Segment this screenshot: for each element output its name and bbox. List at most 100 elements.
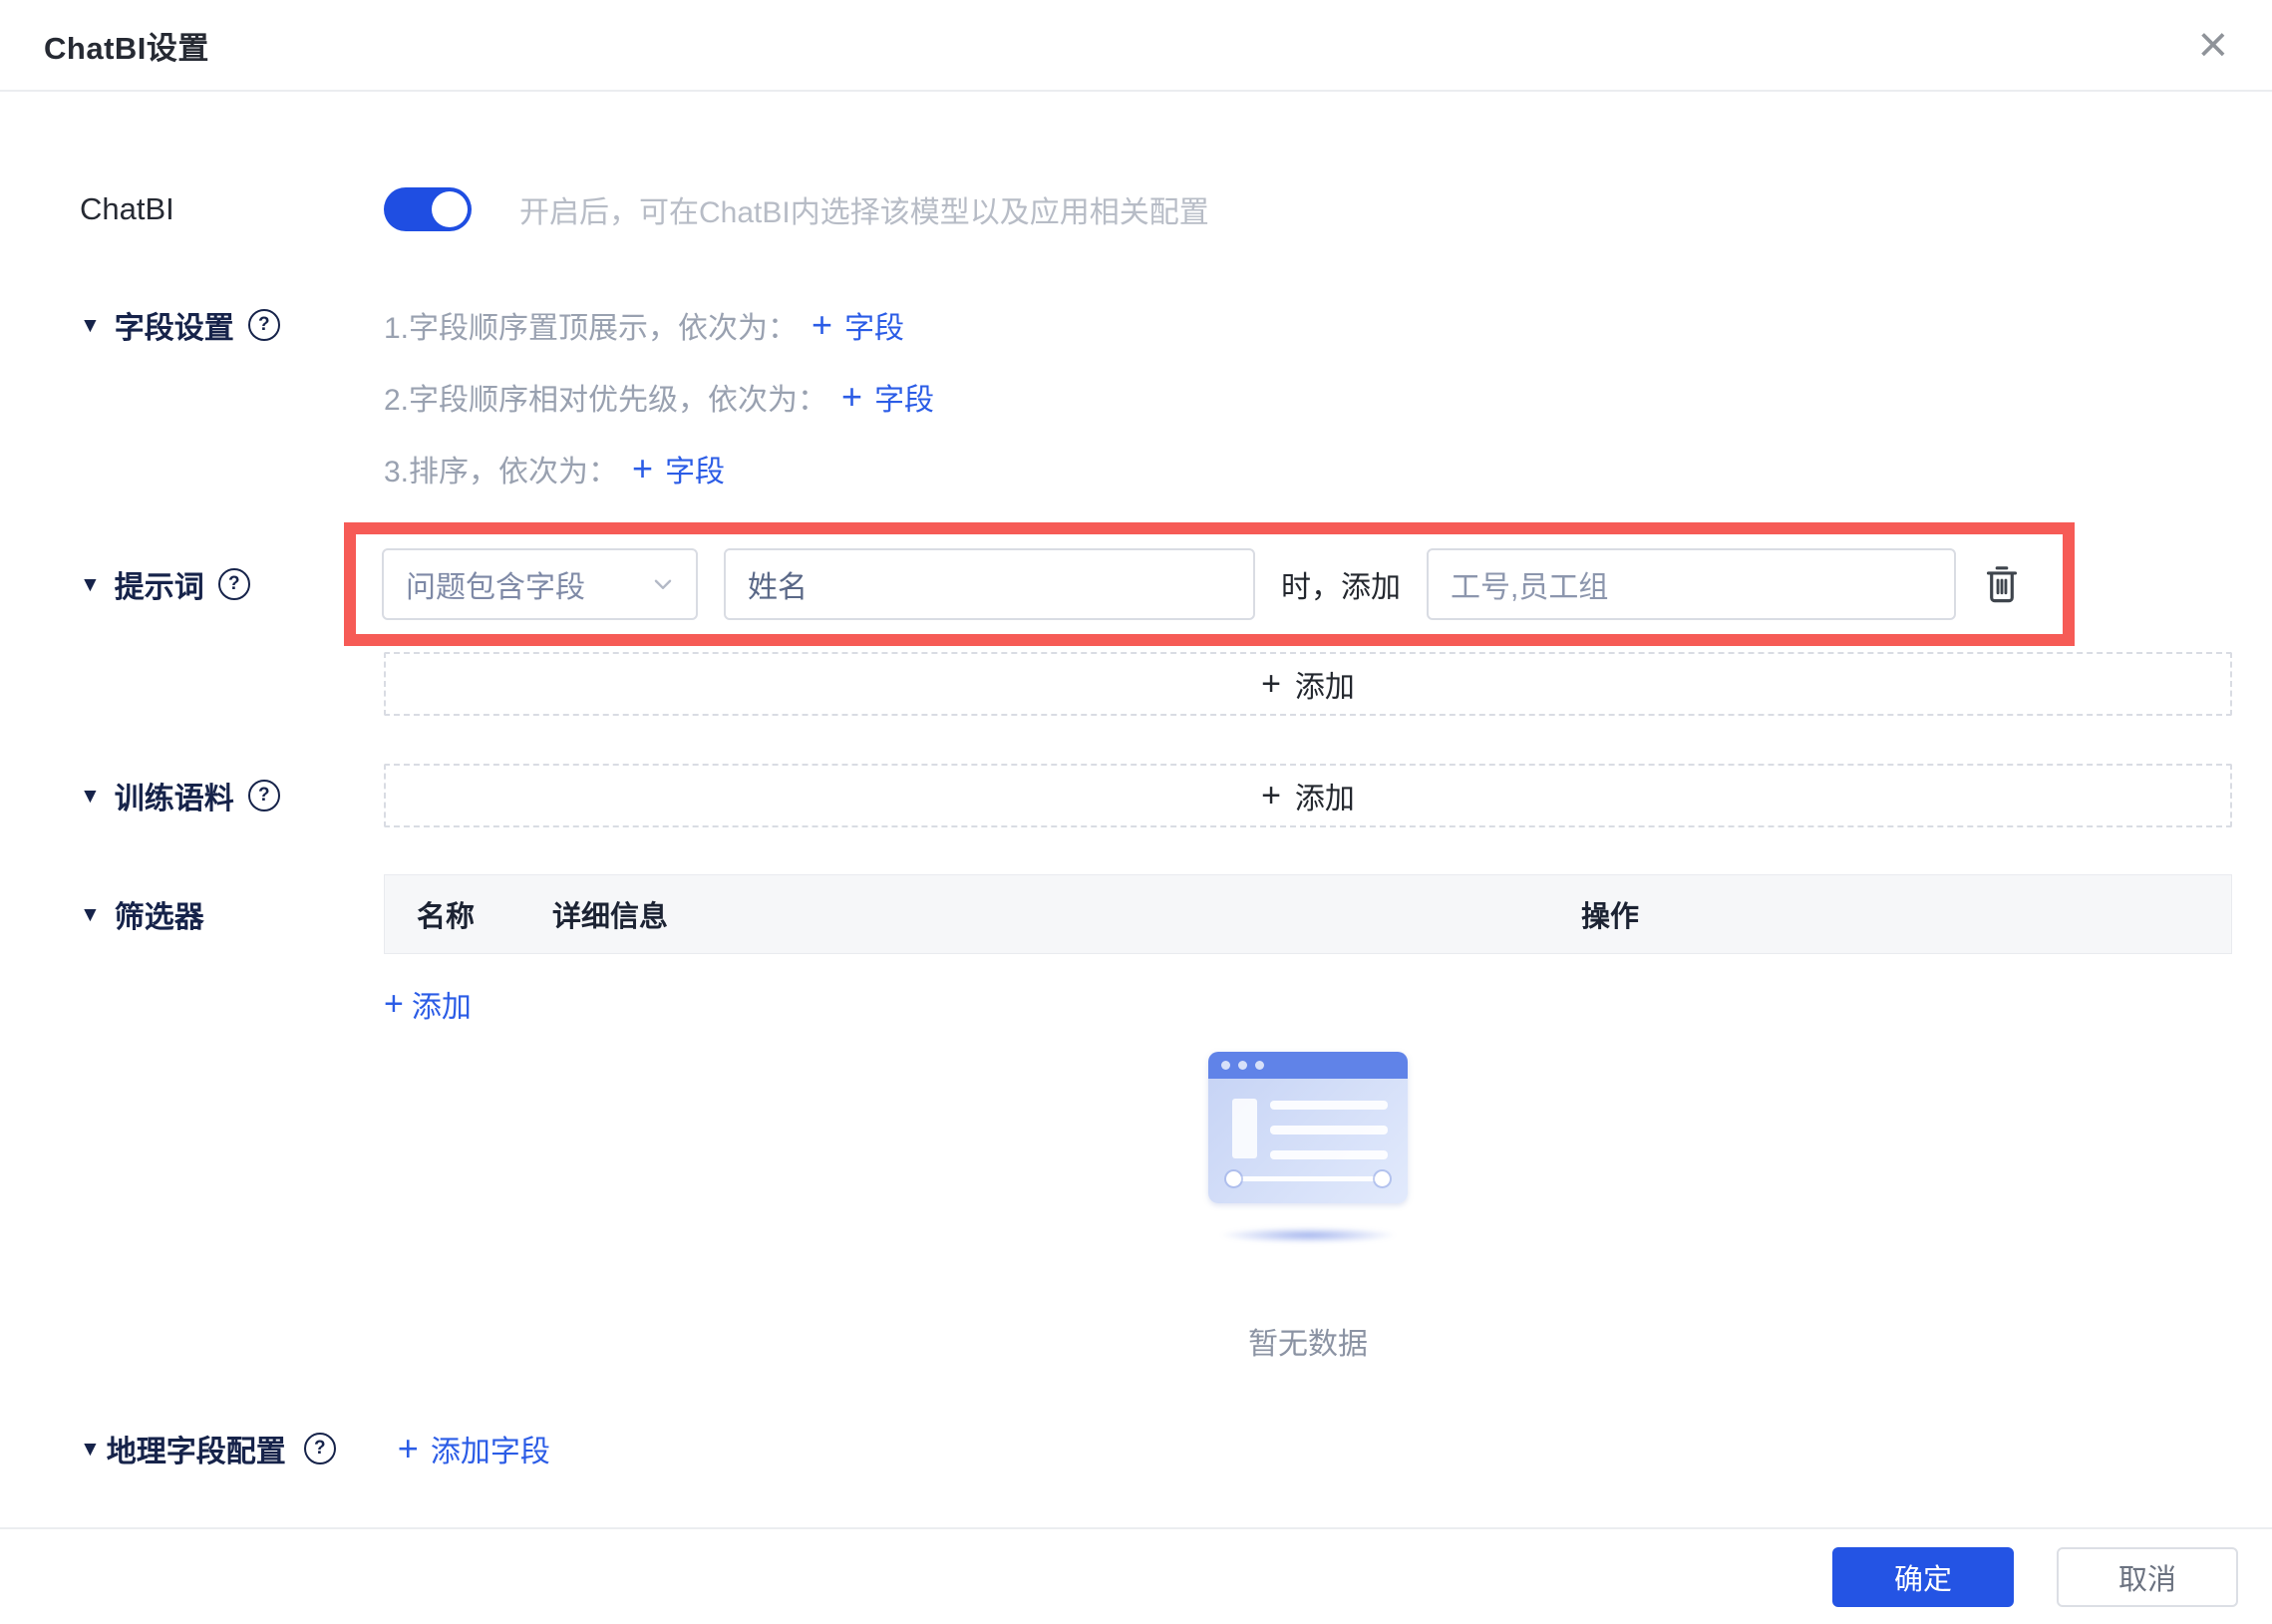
illustration-block bbox=[1232, 1099, 1257, 1158]
geo-field-header[interactable]: ▼ 地理字段配置 ? bbox=[80, 1427, 336, 1470]
prompt-condition-select[interactable]: 问题包含字段 bbox=[382, 548, 698, 620]
chatbi-label: ChatBI bbox=[80, 191, 384, 227]
filter-table-header: 名称 详细信息 操作 bbox=[384, 874, 2232, 954]
column-header-action: 操作 bbox=[1581, 893, 2231, 935]
filter-add-row: + 添加 bbox=[384, 984, 2232, 1024]
caret-down-icon: ▼ bbox=[80, 1439, 101, 1460]
illustration-slider bbox=[1228, 1176, 1388, 1181]
field-order-text: 1.字段顺序置顶展示，依次为： bbox=[384, 303, 798, 347]
prompt-middle-text: 时，添加 bbox=[1281, 562, 1401, 606]
illustration-line bbox=[1270, 1126, 1388, 1135]
empty-state: 暂无数据 bbox=[384, 1024, 2232, 1363]
filter-header[interactable]: ▼ 筛选器 bbox=[80, 892, 384, 936]
dialog-header: ChatBI设置 × bbox=[0, 0, 2272, 92]
field-settings-label: 字段设置 bbox=[115, 303, 234, 347]
prompt-header[interactable]: ▼ 提示词 ? bbox=[80, 562, 384, 606]
filter-add-link[interactable]: + 添加 bbox=[384, 982, 472, 1026]
illustration-line bbox=[1270, 1150, 1388, 1159]
filter-section: ▼ 筛选器 名称 详细信息 操作 + 添加 bbox=[80, 874, 2232, 1363]
add-field-link-1[interactable]: + 字段 bbox=[811, 303, 904, 347]
field-priority-row: 2.字段顺序相对优先级，依次为： + 字段 bbox=[384, 375, 2232, 419]
plus-icon: + bbox=[384, 987, 404, 1021]
field-sort-row: 3.排序，依次为： + 字段 bbox=[384, 447, 2232, 490]
field-sort-text: 3.排序，依次为： bbox=[384, 447, 618, 490]
chatbi-settings-dialog: ChatBI设置 × ChatBI 开启后，可在ChatBI内选择该模型以及应用… bbox=[0, 0, 2272, 1624]
prompt-add-button[interactable]: + 添加 bbox=[384, 652, 2232, 716]
plus-icon: + bbox=[1261, 667, 1281, 701]
help-icon[interactable]: ? bbox=[218, 568, 250, 600]
illustration-line bbox=[1270, 1101, 1388, 1110]
training-add-label: 添加 bbox=[1295, 774, 1355, 817]
plus-icon: + bbox=[811, 307, 832, 343]
field-settings-content: 1.字段顺序置顶展示，依次为： + 字段 2.字段顺序相对优先级，依次为： + … bbox=[384, 303, 2232, 490]
highlight-red-box: 问题包含字段 时，添加 bbox=[344, 522, 2075, 646]
chatbi-row: ChatBI 开启后，可在ChatBI内选择该模型以及应用相关配置 bbox=[80, 187, 2232, 231]
caret-down-icon: ▼ bbox=[80, 904, 101, 925]
plus-icon: + bbox=[632, 451, 653, 487]
confirm-button[interactable]: 确定 bbox=[1832, 1547, 2014, 1607]
prompt-field-input[interactable] bbox=[724, 548, 1255, 620]
field-settings-header[interactable]: ▼ 字段设置 ? bbox=[80, 303, 384, 347]
training-content: + 添加 bbox=[384, 764, 2232, 827]
empty-state-text: 暂无数据 bbox=[1248, 1319, 1368, 1363]
plus-icon: + bbox=[398, 1431, 419, 1466]
chatbi-description: 开启后，可在ChatBI内选择该模型以及应用相关配置 bbox=[519, 187, 1209, 231]
empty-illustration-body bbox=[1208, 1079, 1408, 1203]
illustration-slider-knob bbox=[1226, 1171, 1241, 1186]
prompt-content: 问题包含字段 时，添加 bbox=[384, 522, 2232, 716]
column-header-name: 名称 bbox=[417, 893, 552, 935]
column-header-detail: 详细信息 bbox=[552, 893, 1581, 935]
cancel-button[interactable]: 取消 bbox=[2057, 1547, 2238, 1607]
filter-content: 名称 详细信息 操作 + 添加 bbox=[384, 874, 2232, 1363]
add-field-link-2[interactable]: + 字段 bbox=[841, 375, 934, 419]
prompt-add-input[interactable] bbox=[1427, 548, 1956, 620]
training-label-col: ▼ 训练语料 ? bbox=[80, 764, 384, 827]
field-settings-section: ▼ 字段设置 ? 1.字段顺序置顶展示，依次为： + 字段 2.字段顺序相对优先… bbox=[80, 303, 2232, 490]
add-field-label-3: 字段 bbox=[665, 447, 725, 490]
window-dot-icon bbox=[1255, 1061, 1264, 1070]
help-icon[interactable]: ? bbox=[248, 309, 280, 341]
illustration-slider-knob bbox=[1375, 1171, 1390, 1186]
training-section: ▼ 训练语料 ? + 添加 bbox=[80, 764, 2232, 827]
field-order-row: 1.字段顺序置顶展示，依次为： + 字段 bbox=[384, 303, 2232, 347]
help-icon[interactable]: ? bbox=[304, 1433, 336, 1464]
add-field-link-3[interactable]: + 字段 bbox=[632, 447, 725, 490]
prompt-label-col: ▼ 提示词 ? bbox=[80, 522, 384, 716]
plus-icon: + bbox=[841, 379, 862, 415]
field-settings-label-col: ▼ 字段设置 ? bbox=[80, 303, 384, 490]
geo-field-section: ▼ 地理字段配置 ? + 添加字段 bbox=[80, 1427, 2232, 1470]
training-add-button[interactable]: + 添加 bbox=[384, 764, 2232, 827]
dialog-footer: 确定 取消 bbox=[0, 1527, 2272, 1624]
caret-down-icon: ▼ bbox=[80, 786, 101, 807]
help-icon[interactable]: ? bbox=[248, 780, 280, 812]
dialog-body: ChatBI 开启后，可在ChatBI内选择该模型以及应用相关配置 ▼ 字段设置… bbox=[0, 187, 2272, 1470]
trash-icon[interactable] bbox=[1982, 562, 2022, 606]
dialog-title: ChatBI设置 bbox=[44, 23, 209, 68]
prompt-condition-value: 问题包含字段 bbox=[406, 562, 585, 606]
filter-label: 筛选器 bbox=[115, 892, 204, 936]
window-dot-icon bbox=[1238, 1061, 1247, 1070]
empty-state-illustration bbox=[1208, 1052, 1408, 1203]
prompt-label: 提示词 bbox=[115, 562, 204, 606]
toggle-knob bbox=[432, 191, 468, 227]
prompt-section: ▼ 提示词 ? 问题包含字段 时，添加 bbox=[80, 522, 2232, 716]
chatbi-toggle[interactable] bbox=[384, 187, 472, 231]
illustration-shadow bbox=[1218, 1227, 1398, 1243]
empty-illustration-titlebar bbox=[1208, 1052, 1408, 1079]
chevron-down-icon bbox=[650, 571, 676, 597]
training-header[interactable]: ▼ 训练语料 ? bbox=[80, 774, 384, 817]
add-field-label-1: 字段 bbox=[844, 303, 904, 347]
geo-field-label: 地理字段配置 bbox=[107, 1427, 286, 1470]
geo-add-field-label: 添加字段 bbox=[431, 1427, 550, 1470]
prompt-add-label: 添加 bbox=[1295, 662, 1355, 706]
caret-down-icon: ▼ bbox=[80, 574, 101, 595]
filter-label-col: ▼ 筛选器 bbox=[80, 874, 384, 1363]
close-icon[interactable]: × bbox=[2198, 19, 2228, 71]
caret-down-icon: ▼ bbox=[80, 315, 101, 336]
add-field-label-2: 字段 bbox=[874, 375, 934, 419]
plus-icon: + bbox=[1261, 779, 1281, 812]
geo-add-field-link[interactable]: + 添加字段 bbox=[398, 1427, 550, 1470]
field-priority-text: 2.字段顺序相对优先级，依次为： bbox=[384, 375, 827, 419]
window-dot-icon bbox=[1221, 1061, 1230, 1070]
training-label: 训练语料 bbox=[115, 774, 234, 817]
